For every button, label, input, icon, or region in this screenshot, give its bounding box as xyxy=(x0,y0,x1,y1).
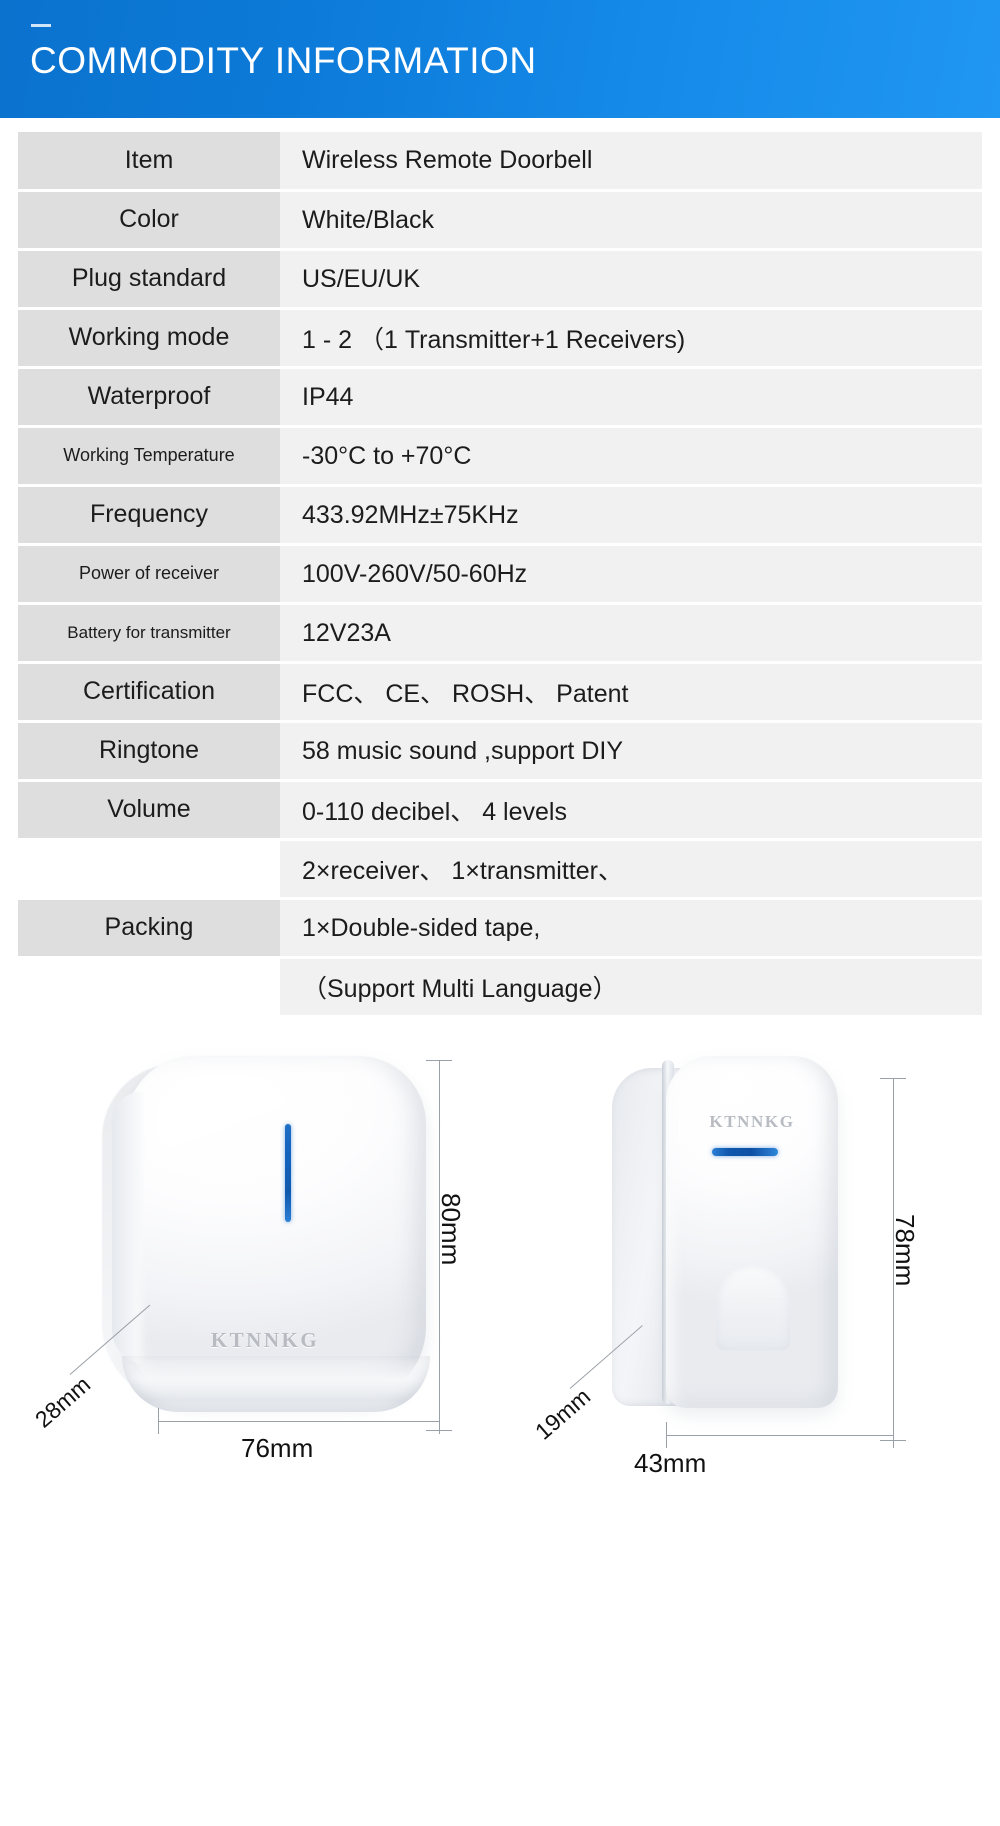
spec-value: 1 - 2 （1 Transmitter+1 Receivers) xyxy=(280,310,982,366)
receiver-height-label: 80mm xyxy=(436,1193,466,1266)
product-detail-page: COMMODITY INFORMATION Item Wireless Remo… xyxy=(0,0,1000,1826)
table-row: 2×receiver、 1×transmitter、 xyxy=(18,841,982,897)
receiver-depth-label: 28mm xyxy=(30,1371,96,1433)
spec-value: White/Black xyxy=(280,192,982,248)
receiver-width-label: 76mm xyxy=(241,1433,314,1463)
spec-value: （Support Multi Language） xyxy=(280,959,982,1015)
transmitter-width-dim-cap-right xyxy=(893,1422,894,1448)
spec-key: Volume xyxy=(18,782,280,838)
spec-key xyxy=(18,959,280,1015)
transmitter-led-indicator-icon xyxy=(712,1148,778,1156)
spec-key: Certification xyxy=(18,664,280,720)
spec-key: Item xyxy=(18,132,280,189)
transmitter-width-dim-line xyxy=(666,1435,893,1436)
transmitter-width-label: 43mm xyxy=(634,1448,707,1478)
transmitter-bell-emboss-icon xyxy=(716,1264,790,1350)
spec-value: -30°C to +70°C xyxy=(280,428,982,484)
table-row: Frequency 433.92MHz±75KHz xyxy=(18,487,982,543)
receiver-device-image: KTNNKG xyxy=(100,1056,430,1412)
transmitter-depth-label: 19mm xyxy=(530,1383,596,1445)
receiver-brand-logo: KTNNKG xyxy=(210,1328,320,1352)
transmitter-device-image: KTNNKG xyxy=(612,1056,852,1416)
specification-table: Item Wireless Remote Doorbell Color Whit… xyxy=(0,118,1000,1015)
receiver-led-indicator-icon xyxy=(285,1124,291,1222)
spec-key: Frequency xyxy=(18,487,280,543)
spec-value: 58 music sound ,support DIY xyxy=(280,723,982,779)
spec-key: Color xyxy=(18,192,280,248)
transmitter-front-face xyxy=(666,1056,838,1408)
transmitter-brand-logo: KTNNKG xyxy=(709,1112,795,1131)
table-row: Volume 0-110 decibel、 4 levels xyxy=(18,782,982,838)
header-dash-icon xyxy=(31,24,51,27)
spec-value: 0-110 decibel、 4 levels xyxy=(280,782,982,838)
product-dimension-diagram: KTNNKG 80mm 76mm 28mm KTNNKG 78mm 43mm 1… xyxy=(0,1018,1000,1798)
spec-key: Packing xyxy=(18,900,280,956)
spec-key: Battery for transmitter xyxy=(18,605,280,661)
table-row: Battery for transmitter 12V23A xyxy=(18,605,982,661)
page-header: COMMODITY INFORMATION xyxy=(0,0,1000,118)
spec-key: Working Temperature xyxy=(18,428,280,484)
table-row: Plug standard US/EU/UK xyxy=(18,251,982,307)
spec-value: Wireless Remote Doorbell xyxy=(280,132,982,189)
table-row: Waterproof IP44 xyxy=(18,369,982,425)
spec-key: Plug standard xyxy=(18,251,280,307)
spec-key: Ringtone xyxy=(18,723,280,779)
spec-value: 433.92MHz±75KHz xyxy=(280,487,982,543)
receiver-width-dim-line xyxy=(158,1421,439,1422)
transmitter-height-label: 78mm xyxy=(890,1214,920,1287)
table-row: Working mode 1 - 2 （1 Transmitter+1 Rece… xyxy=(18,310,982,366)
table-row: Power of receiver 100V-260V/50-60Hz xyxy=(18,546,982,602)
spec-value: 2×receiver、 1×transmitter、 xyxy=(280,841,982,897)
spec-value: 100V-260V/50-60Hz xyxy=(280,546,982,602)
table-row: Item Wireless Remote Doorbell xyxy=(18,132,982,189)
page-title: COMMODITY INFORMATION xyxy=(30,40,537,81)
table-row: Packing 1×Double-sided tape, xyxy=(18,900,982,956)
spec-key: Power of receiver xyxy=(18,546,280,602)
spec-key xyxy=(18,841,280,897)
table-row: Certification FCC、 CE、 ROSH、 Patent xyxy=(18,664,982,720)
table-row: Working Temperature -30°C to +70°C xyxy=(18,428,982,484)
spec-value: 1×Double-sided tape, xyxy=(280,900,982,956)
receiver-base-rim xyxy=(122,1356,430,1412)
table-row: （Support Multi Language） xyxy=(18,959,982,1015)
spec-key: Working mode xyxy=(18,310,280,366)
spec-value: 12V23A xyxy=(280,605,982,661)
table-row: Ringtone 58 music sound ,support DIY xyxy=(18,723,982,779)
spec-value: FCC、 CE、 ROSH、 Patent xyxy=(280,664,982,720)
spec-value: US/EU/UK xyxy=(280,251,982,307)
receiver-width-dim-cap-right xyxy=(439,1408,440,1434)
table-row: Color White/Black xyxy=(18,192,982,248)
spec-value: IP44 xyxy=(280,369,982,425)
receiver-highlight xyxy=(152,1072,302,1192)
spec-key: Waterproof xyxy=(18,369,280,425)
